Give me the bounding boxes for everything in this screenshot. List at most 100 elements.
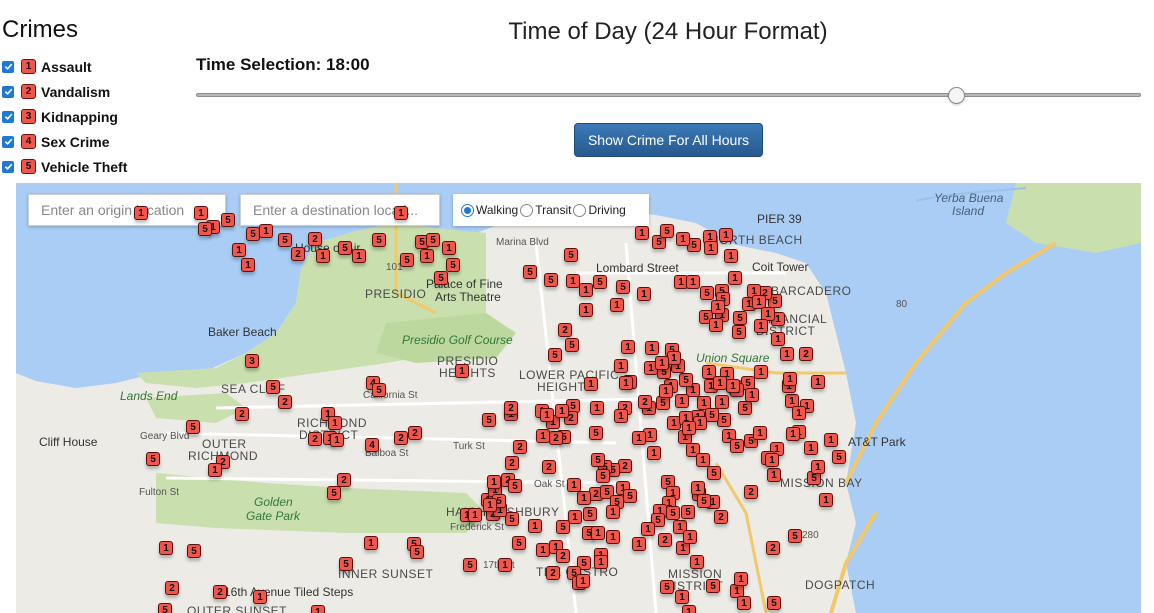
crime-marker[interactable]: 3 <box>245 354 259 368</box>
crime-marker[interactable]: 1 <box>241 258 255 272</box>
crime-marker[interactable]: 1 <box>682 421 696 435</box>
checkbox-checked-icon[interactable] <box>2 135 14 148</box>
crime-marker[interactable]: 1 <box>232 243 246 257</box>
crime-marker[interactable]: 5 <box>187 544 201 558</box>
crime-marker[interactable]: 1 <box>487 475 501 489</box>
crime-marker[interactable]: 1 <box>824 433 838 447</box>
crime-marker[interactable]: 1 <box>584 377 598 391</box>
mode-driving[interactable]: Driving <box>573 203 626 217</box>
crime-marker[interactable]: 5 <box>706 579 720 593</box>
crime-marker[interactable]: 5 <box>623 489 637 503</box>
crime-marker[interactable]: 5 <box>732 325 746 339</box>
crime-marker[interactable]: 2 <box>337 473 351 487</box>
checkbox-checked-icon[interactable] <box>2 160 14 173</box>
crime-marker[interactable]: 1 <box>528 519 542 533</box>
crime-marker[interactable]: 5 <box>482 413 496 427</box>
crime-marker[interactable]: 1 <box>686 275 700 289</box>
crime-marker[interactable]: 1 <box>483 498 497 512</box>
crime-filter-assault[interactable]: 1 Assault <box>2 54 127 79</box>
crime-marker[interactable]: 1 <box>635 226 649 240</box>
checkbox-checked-icon[interactable] <box>2 85 14 98</box>
crime-marker[interactable]: 1 <box>675 394 689 408</box>
crime-marker[interactable]: 1 <box>311 605 325 613</box>
mode-transit[interactable]: Transit <box>520 203 571 217</box>
crime-marker[interactable]: 1 <box>632 537 646 551</box>
crime-marker[interactable]: 5 <box>158 603 172 613</box>
crime-filter-vehicle-theft[interactable]: 5 Vehicle Theft <box>2 154 127 179</box>
crime-marker[interactable]: 1 <box>754 365 768 379</box>
crime-marker[interactable]: 1 <box>316 249 330 263</box>
crime-marker[interactable]: 5 <box>591 453 605 467</box>
crime-marker[interactable]: 5 <box>338 241 352 255</box>
radio-icon[interactable] <box>520 203 534 217</box>
crime-marker[interactable]: 1 <box>632 431 646 445</box>
crime-marker[interactable]: 1 <box>591 526 605 540</box>
crime-marker[interactable]: 2 <box>394 431 408 445</box>
crime-marker[interactable]: 1 <box>711 300 725 314</box>
crime-marker[interactable]: 2 <box>549 431 563 445</box>
checkbox-checked-icon[interactable] <box>2 110 14 123</box>
crime-marker[interactable]: 1 <box>253 590 267 604</box>
crime-marker[interactable]: 1 <box>498 558 512 572</box>
crime-marker[interactable]: 2 <box>638 395 652 409</box>
crime-marker[interactable]: 1 <box>590 401 604 415</box>
crime-marker[interactable]: 2 <box>799 347 813 361</box>
crime-marker[interactable]: 5 <box>221 213 235 227</box>
radio-icon[interactable] <box>573 203 587 217</box>
crime-marker[interactable]: 2 <box>408 426 422 440</box>
crime-filter-kidnapping[interactable]: 3 Kidnapping <box>2 104 127 129</box>
crime-marker[interactable]: 5 <box>656 396 670 410</box>
crime-marker[interactable]: 1 <box>468 508 482 522</box>
crime-marker[interactable]: 5 <box>660 224 674 238</box>
crime-marker[interactable]: 5 <box>733 311 747 325</box>
crime-marker[interactable]: 5 <box>505 512 519 526</box>
crime-marker[interactable]: 1 <box>576 574 590 588</box>
crime-filter-sex-crime[interactable]: 4 Sex Crime <box>2 129 127 154</box>
crime-marker[interactable]: 5 <box>372 383 386 397</box>
crime-marker[interactable]: 1 <box>159 541 173 555</box>
crime-marker[interactable]: 1 <box>767 468 781 482</box>
crime-marker[interactable]: 1 <box>645 341 659 355</box>
crime-marker[interactable]: 1 <box>579 283 593 297</box>
crime-marker[interactable]: 2 <box>766 541 780 555</box>
crime-marker[interactable]: 5 <box>666 506 680 520</box>
radio-selected-icon[interactable] <box>461 203 474 217</box>
crime-marker[interactable]: 2 <box>165 581 179 595</box>
crime-marker[interactable]: 2 <box>618 459 632 473</box>
crime-marker[interactable]: 1 <box>804 441 818 455</box>
crime-marker[interactable]: 1 <box>726 379 740 393</box>
crime-marker[interactable]: 5 <box>434 271 448 285</box>
crime-marker[interactable]: 1 <box>606 530 620 544</box>
crime-marker[interactable]: 5 <box>400 253 414 267</box>
crime-marker[interactable]: 5 <box>512 536 526 550</box>
crime-marker[interactable]: 1 <box>394 206 408 220</box>
crime-marker[interactable]: 2 <box>278 395 292 409</box>
crime-marker[interactable]: 1 <box>536 429 550 443</box>
crime-marker[interactable]: 1 <box>614 359 628 373</box>
crime-marker[interactable]: 1 <box>696 453 710 467</box>
crime-marker[interactable]: 2 <box>213 585 227 599</box>
crime-marker[interactable]: 5 <box>372 233 386 247</box>
crime-marker[interactable]: 5 <box>596 469 610 483</box>
crime-marker[interactable]: 5 <box>767 596 781 610</box>
crime-marker[interactable]: 5 <box>198 222 212 236</box>
crime-marker[interactable]: 1 <box>555 404 569 418</box>
show-all-hours-button[interactable]: Show Crime For All Hours <box>574 123 763 157</box>
crime-marker[interactable]: 5 <box>523 265 537 279</box>
crime-marker[interactable]: 1 <box>259 224 273 238</box>
crime-marker[interactable]: 1 <box>786 427 800 441</box>
crime-marker[interactable]: 2 <box>504 401 518 415</box>
crime-marker[interactable]: 5 <box>556 520 570 534</box>
crime-marker[interactable]: 1 <box>728 271 742 285</box>
crime-marker[interactable]: 5 <box>589 426 603 440</box>
crime-marker[interactable]: 1 <box>352 249 366 263</box>
crime-marker[interactable]: 1 <box>713 376 727 390</box>
crime-marker[interactable]: 1 <box>577 491 591 505</box>
crime-marker[interactable]: 5 <box>327 486 341 500</box>
crime-marker[interactable]: 1 <box>364 536 378 550</box>
crime-marker[interactable]: 1 <box>724 249 738 263</box>
crime-marker[interactable]: 2 <box>558 323 572 337</box>
crime-marker[interactable]: 5 <box>616 280 630 294</box>
crime-marker[interactable]: 1 <box>579 303 593 317</box>
crime-marker[interactable]: 5 <box>707 466 721 480</box>
